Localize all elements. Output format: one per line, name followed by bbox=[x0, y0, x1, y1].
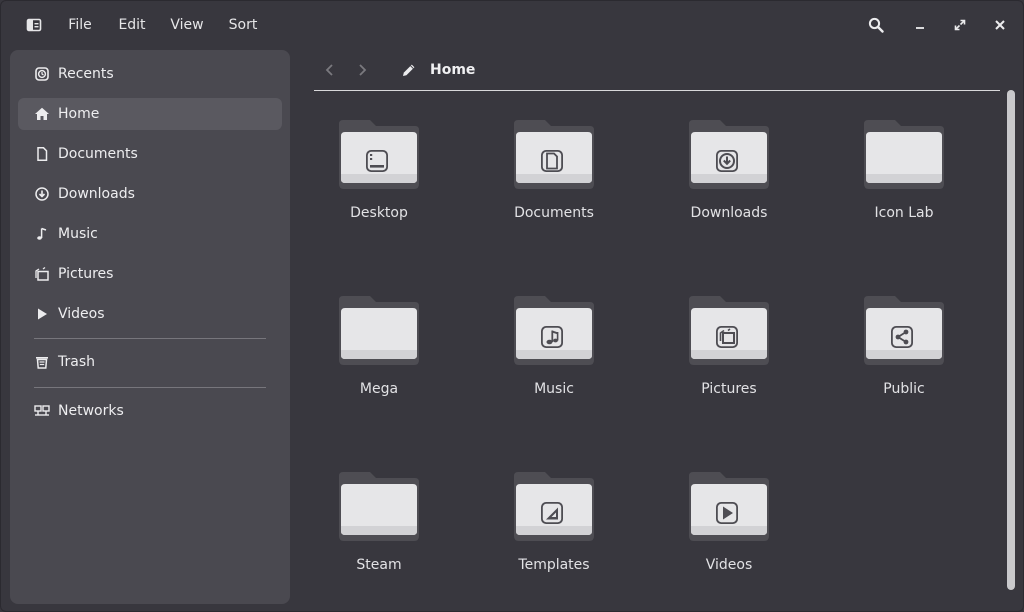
sidebar-item-recents[interactable]: Recents bbox=[18, 58, 282, 90]
folder-icon bbox=[864, 120, 944, 189]
folder-name: Downloads bbox=[690, 205, 768, 221]
home-icon bbox=[34, 106, 50, 122]
menu-sort-label: Sort bbox=[228, 17, 258, 33]
vertical-scrollbar[interactable] bbox=[1007, 90, 1015, 590]
sidebar-item-videos[interactable]: Videos bbox=[18, 298, 282, 330]
sidebar-item-label: Home bbox=[58, 106, 100, 122]
menu-edit-label: Edit bbox=[118, 17, 146, 33]
folder-icon bbox=[339, 296, 419, 365]
menu-file-label: File bbox=[68, 17, 92, 33]
sidebar-item-networks[interactable]: Networks bbox=[18, 395, 282, 427]
folder-icon bbox=[514, 120, 594, 189]
file-manager-window: File Edit View Sort Recents Home Documen… bbox=[0, 0, 1024, 612]
menu-view-label: View bbox=[170, 17, 204, 33]
sidebar-item-trash[interactable]: Trash bbox=[18, 346, 282, 378]
folder-name: Music bbox=[534, 381, 574, 397]
download-icon bbox=[34, 186, 50, 202]
pictures-icon bbox=[34, 266, 50, 282]
folder-item[interactable]: Music bbox=[479, 289, 629, 429]
sidebar: Recents Home Documents Downloads Music P… bbox=[10, 50, 290, 604]
sidebar-item-home[interactable]: Home bbox=[18, 98, 282, 130]
sidebar-toggle-icon[interactable] bbox=[21, 1, 47, 49]
sidebar-separator bbox=[34, 338, 266, 339]
folder-item[interactable]: Public bbox=[829, 289, 979, 429]
folder-item[interactable]: Downloads bbox=[654, 113, 804, 253]
folder-name: Icon Lab bbox=[874, 205, 934, 221]
folder-icon bbox=[514, 472, 594, 541]
folder-item[interactable]: Documents bbox=[479, 113, 629, 253]
sidebar-item-label: Trash bbox=[58, 354, 95, 370]
folder-icon bbox=[864, 296, 944, 365]
folder-item[interactable]: Desktop bbox=[304, 113, 454, 253]
sidebar-item-label: Music bbox=[58, 226, 98, 242]
folder-icon bbox=[689, 120, 769, 189]
folder-icon bbox=[514, 296, 594, 365]
minimize-icon[interactable] bbox=[907, 1, 933, 49]
folder-name: Documents bbox=[514, 205, 594, 221]
menu-file[interactable]: File bbox=[59, 1, 101, 49]
folder-name: Mega bbox=[359, 381, 399, 397]
chevron-right-icon[interactable] bbox=[350, 50, 374, 90]
menu-sort[interactable]: Sort bbox=[222, 1, 264, 49]
network-icon bbox=[34, 403, 50, 419]
folder-icon bbox=[339, 120, 419, 189]
maximize-icon[interactable] bbox=[947, 1, 973, 49]
folder-item[interactable]: Steam bbox=[304, 465, 454, 605]
folder-item[interactable]: Pictures bbox=[654, 289, 804, 429]
folder-item[interactable]: Videos bbox=[654, 465, 804, 605]
sidebar-separator bbox=[34, 387, 266, 388]
folder-name: Pictures bbox=[701, 381, 757, 397]
search-icon[interactable] bbox=[863, 1, 889, 49]
breadcrumb[interactable]: Home bbox=[430, 62, 475, 78]
trash-icon bbox=[34, 354, 50, 370]
sidebar-item-downloads[interactable]: Downloads bbox=[18, 178, 282, 210]
folder-name: Public bbox=[883, 381, 925, 397]
folder-name: Steam bbox=[356, 557, 402, 573]
music-icon bbox=[34, 226, 50, 242]
sidebar-item-label: Downloads bbox=[58, 186, 135, 202]
header-bar: File Edit View Sort bbox=[1, 1, 1024, 49]
path-bar[interactable]: Home bbox=[401, 57, 475, 83]
folder-name: Desktop bbox=[350, 205, 408, 221]
toolbar-divider bbox=[314, 90, 1000, 91]
sidebar-item-label: Pictures bbox=[58, 266, 114, 282]
sidebar-item-label: Videos bbox=[58, 306, 105, 322]
recents-icon bbox=[34, 66, 50, 82]
close-icon[interactable] bbox=[987, 1, 1013, 49]
folder-item[interactable]: Mega bbox=[304, 289, 454, 429]
sidebar-item-label: Networks bbox=[58, 403, 124, 419]
folder-icon bbox=[689, 296, 769, 365]
pencil-icon[interactable] bbox=[401, 62, 417, 78]
menu-edit[interactable]: Edit bbox=[111, 1, 153, 49]
sidebar-item-label: Recents bbox=[58, 66, 114, 82]
sidebar-item-label: Documents bbox=[58, 146, 138, 162]
file-grid: Desktop Documents Downloads Icon Lab Mega Mus… bbox=[304, 113, 1004, 603]
menu-view[interactable]: View bbox=[165, 1, 209, 49]
folder-item[interactable]: Icon Lab bbox=[829, 113, 979, 253]
folder-name: Videos bbox=[705, 557, 753, 573]
chevron-left-icon[interactable] bbox=[318, 50, 342, 90]
sidebar-item-documents[interactable]: Documents bbox=[18, 138, 282, 170]
sidebar-item-music[interactable]: Music bbox=[18, 218, 282, 250]
play-icon bbox=[34, 306, 50, 322]
folder-item[interactable]: Templates bbox=[479, 465, 629, 605]
document-icon bbox=[34, 146, 50, 162]
folder-icon bbox=[689, 472, 769, 541]
sidebar-item-pictures[interactable]: Pictures bbox=[18, 258, 282, 290]
folder-icon bbox=[339, 472, 419, 541]
folder-name: Templates bbox=[518, 557, 590, 573]
